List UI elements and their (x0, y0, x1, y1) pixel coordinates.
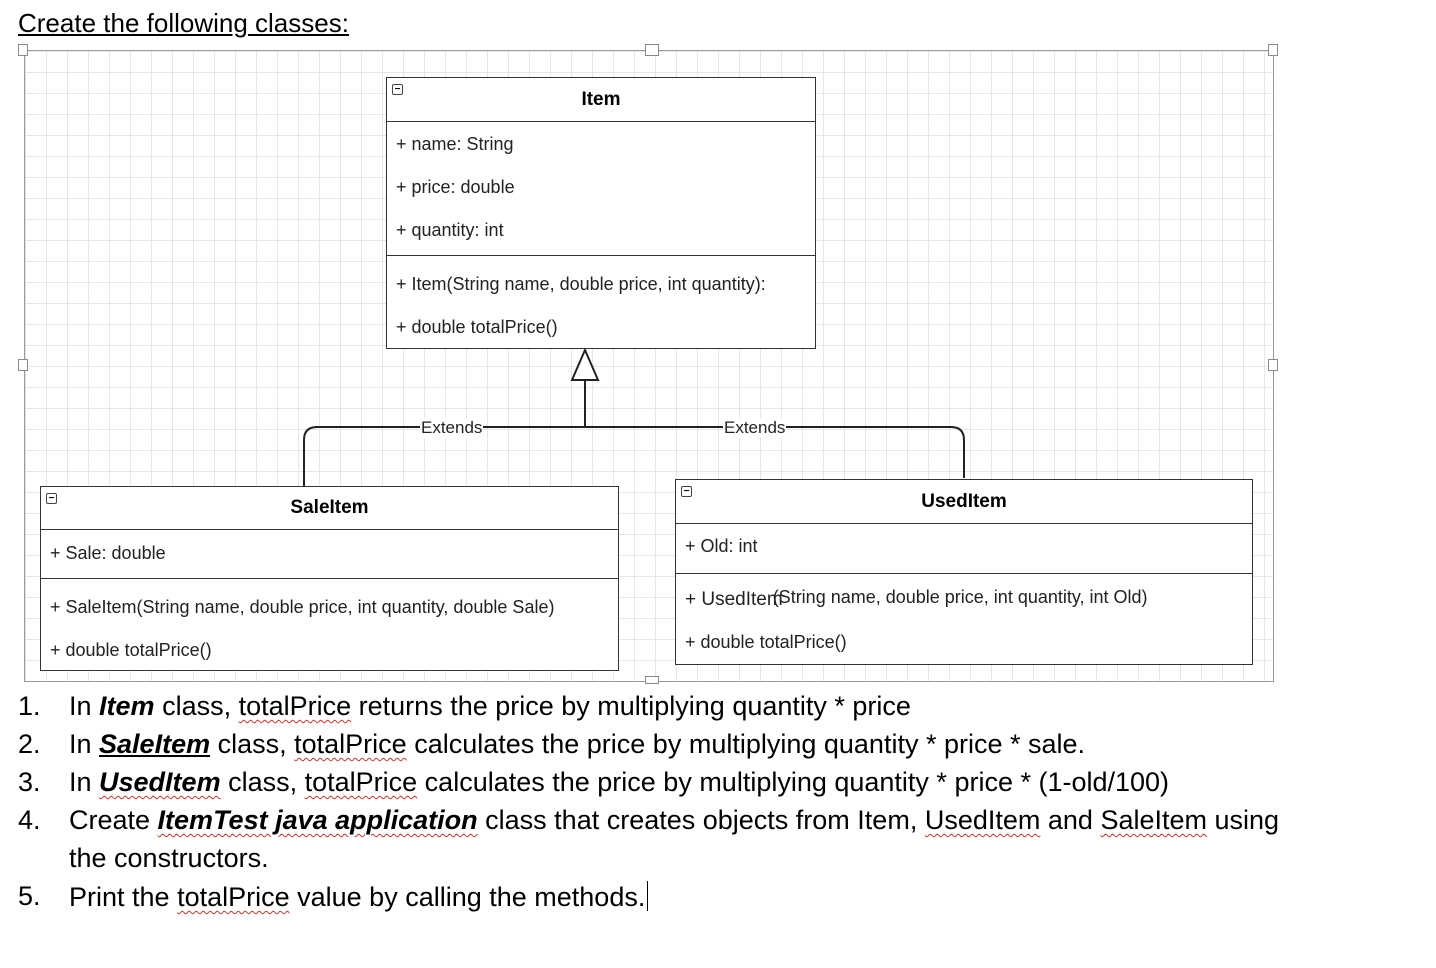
item-attributes: + name: String + price: double + quantit… (387, 122, 815, 256)
extends-label-left: Extends (420, 418, 484, 438)
instruction-text: the constructors. (69, 843, 269, 873)
collapse-icon[interactable]: − (681, 486, 692, 497)
useditem-constructor-prefix: + UsedItem (685, 589, 783, 610)
canvas-handle-middle-left[interactable] (18, 359, 28, 371)
item-class-title: Item (581, 88, 621, 110)
saleitem-method-totalprice[interactable]: + double totalPrice() (41, 629, 618, 672)
useditem-class-header[interactable]: − UsedItem (676, 480, 1252, 524)
item-methods: + Item(String name, double price, int qu… (387, 256, 815, 349)
list-number: 1. (18, 691, 41, 721)
canvas-handle-top-middle[interactable] (645, 44, 659, 56)
item-class-header[interactable]: − Item (387, 78, 815, 122)
useditem-method-constructor[interactable]: + UsedItem(String name, double price, in… (676, 578, 1252, 621)
instruction-text: In SaleItem class, totalPrice calculates… (69, 729, 1086, 759)
useditem-class-title: UsedItem (921, 490, 1007, 512)
collapse-icon[interactable]: − (46, 493, 57, 504)
item-attribute-quantity[interactable]: + quantity: int (387, 209, 815, 252)
useditem-constructor-params: (String name, double price, int quantity… (772, 587, 1148, 607)
saleitem-class-box[interactable]: − SaleItem + Sale: double + SaleItem(Str… (40, 486, 619, 671)
document-heading: Create the following classes: (18, 8, 349, 39)
saleitem-attribute-sale[interactable]: + Sale: double (41, 530, 618, 576)
item-attribute-price[interactable]: + price: double (387, 166, 815, 209)
saleitem-methods: + SaleItem(String name, double price, in… (41, 579, 618, 672)
canvas-handle-bottom-middle[interactable] (645, 676, 659, 684)
saleitem-method-constructor[interactable]: + SaleItem(String name, double price, in… (41, 586, 618, 629)
saleitem-class-header[interactable]: − SaleItem (41, 487, 618, 530)
instruction-text: In UsedItem class, totalPrice calculates… (69, 767, 1170, 797)
list-number: 3. (18, 767, 41, 797)
text-cursor (647, 881, 649, 911)
item-attribute-name[interactable]: + name: String (387, 123, 815, 166)
canvas-handle-top-right[interactable] (1268, 44, 1278, 56)
useditem-method-totalprice[interactable]: + double totalPrice() (676, 621, 1252, 664)
list-number: 5. (18, 881, 41, 911)
extends-label-right: Extends (723, 418, 787, 438)
saleitem-attributes: + Sale: double (41, 530, 618, 579)
saleitem-class-title: SaleItem (290, 497, 369, 518)
instruction-text: In Item class, totalPrice returns the pr… (69, 691, 911, 721)
canvas-handle-top-left[interactable] (18, 44, 28, 56)
item-method-totalprice[interactable]: + double totalPrice() (387, 306, 815, 349)
useditem-attribute-old[interactable]: + Old: int (676, 524, 1252, 568)
item-class-box[interactable]: − Item + name: String + price: double + … (386, 77, 816, 349)
useditem-methods: + UsedItem(String name, double price, in… (676, 574, 1252, 664)
list-number: 4. (18, 805, 41, 835)
instruction-text: Create ItemTest java application class t… (69, 805, 1280, 835)
collapse-icon[interactable]: − (392, 84, 403, 95)
item-method-constructor[interactable]: + Item(String name, double price, int qu… (387, 263, 815, 306)
useditem-class-box[interactable]: − UsedItem + Old: int + UsedItem(String … (675, 479, 1253, 665)
canvas-handle-middle-right[interactable] (1268, 359, 1278, 371)
useditem-attributes: + Old: int (676, 524, 1252, 574)
instruction-text[interactable]: Print the totalPrice value by calling th… (69, 881, 649, 913)
heading-text: Create the following classes: (18, 8, 349, 38)
list-number: 2. (18, 729, 41, 759)
